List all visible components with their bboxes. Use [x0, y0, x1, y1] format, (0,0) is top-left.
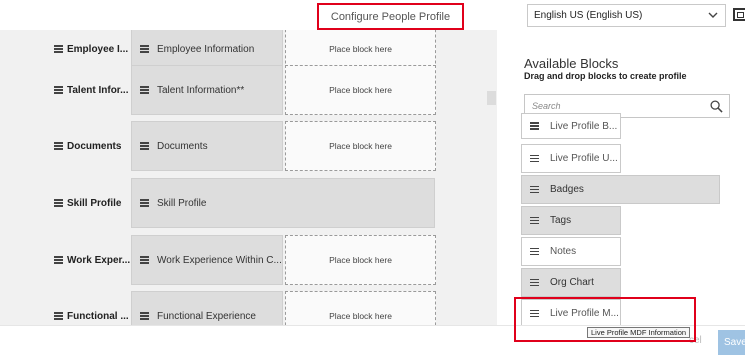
available-block-label: Badges — [550, 184, 584, 195]
available-block-item[interactable]: Badges — [521, 175, 720, 204]
available-block-item[interactable]: Tags — [521, 206, 621, 235]
row-drag-handle[interactable]: Talent Infor... — [54, 65, 130, 115]
block-label: Talent Information** — [157, 84, 245, 96]
row-label: Skill Profile — [67, 197, 122, 209]
block-drop-zone[interactable]: Place block here — [285, 291, 436, 325]
block-label: Functional Experience — [157, 310, 256, 322]
block-label: Work Experience Within C... — [157, 254, 282, 266]
drag-handle-icon — [54, 312, 63, 320]
available-block-label: Org Chart — [550, 277, 594, 288]
layout-row: Work Exper... Work Experience Within C..… — [0, 235, 497, 285]
block-drop-zone[interactable]: Place block here — [285, 65, 436, 115]
row-drag-handle[interactable]: Documents — [54, 121, 130, 171]
drag-handle-icon — [140, 142, 149, 150]
available-blocks-panel: Available Blocks Drag and drop blocks to… — [497, 30, 745, 328]
drag-handle-icon — [140, 312, 149, 320]
drag-handle-icon — [530, 185, 539, 194]
drag-handle-icon — [530, 278, 539, 287]
drag-handle-icon — [54, 142, 63, 150]
panel-title: Available Blocks — [524, 56, 619, 71]
available-block-label: Live Profile B... — [550, 120, 618, 132]
profile-layout-canvas: Employee I... Employee Information Place… — [0, 30, 497, 325]
drag-handle-icon — [530, 247, 539, 256]
drag-handle-icon — [54, 86, 63, 94]
row-label: Documents — [67, 140, 122, 152]
available-block-label: Notes — [550, 246, 577, 257]
block-label: Documents — [157, 140, 208, 152]
block-drop-zone[interactable]: Place block here — [285, 121, 436, 171]
block-tooltip: Live Profile MDF Information — [587, 327, 691, 338]
profile-block[interactable]: Skill Profile — [131, 178, 435, 228]
block-label: Employee Information — [157, 43, 255, 55]
layout-icon[interactable] — [733, 8, 745, 21]
row-label: Talent Infor... — [67, 84, 129, 96]
available-block-item[interactable]: Live Profile B... — [521, 113, 621, 139]
drag-handle-icon — [140, 199, 149, 207]
row-label: Functional ... — [67, 310, 129, 322]
available-block-label: Tags — [550, 215, 572, 226]
profile-block[interactable]: Functional Experience — [131, 291, 283, 325]
drag-handle-icon — [54, 45, 63, 53]
available-block-item[interactable]: Org Chart — [521, 268, 621, 297]
page-title: Configure People Profile — [317, 3, 464, 30]
row-drag-handle[interactable]: Functional ... — [54, 291, 130, 325]
drag-handle-icon — [140, 256, 149, 264]
row-label: Work Exper... — [67, 254, 130, 266]
layout-row: Skill Profile Skill Profile — [0, 178, 497, 228]
search-icon[interactable] — [710, 100, 723, 113]
block-label: Skill Profile — [157, 197, 207, 209]
panel-subtitle: Drag and drop blocks to create profile — [524, 71, 687, 81]
block-drop-zone[interactable]: Place block here — [285, 235, 436, 285]
top-bar: Configure People Profile English US (Eng… — [0, 0, 745, 30]
available-block-item[interactable]: Live Profile U... — [521, 144, 621, 173]
drag-handle-icon — [530, 154, 539, 163]
layout-row: Documents Documents Place block here — [0, 121, 497, 171]
layout-row: Functional ... Functional Experience Pla… — [0, 291, 497, 325]
drag-handle-icon — [140, 86, 149, 94]
row-drag-handle[interactable]: Skill Profile — [54, 178, 130, 228]
profile-block[interactable]: Work Experience Within C... — [131, 235, 283, 285]
profile-block[interactable]: Documents — [131, 121, 283, 171]
profile-block[interactable]: Talent Information** — [131, 65, 283, 115]
layout-row: Talent Infor... Talent Information** Pla… — [0, 65, 497, 115]
drag-handle-icon — [530, 216, 539, 225]
chevron-down-icon — [708, 12, 718, 18]
available-block-label: Live Profile U... — [550, 153, 618, 164]
language-select-value: English US (English US) — [534, 10, 643, 21]
drag-handle-icon — [54, 199, 63, 207]
language-select[interactable]: English US (English US) — [527, 4, 726, 27]
drag-handle-icon — [140, 45, 149, 53]
row-label: Employee I... — [67, 43, 129, 55]
search-placeholder: Search — [532, 101, 561, 111]
drag-handle-icon — [530, 122, 539, 130]
available-block-item[interactable]: Notes — [521, 237, 621, 266]
save-button[interactable]: Save — [718, 330, 745, 355]
drag-handle-icon — [54, 256, 63, 264]
row-drag-handle[interactable]: Work Exper... — [54, 235, 130, 285]
